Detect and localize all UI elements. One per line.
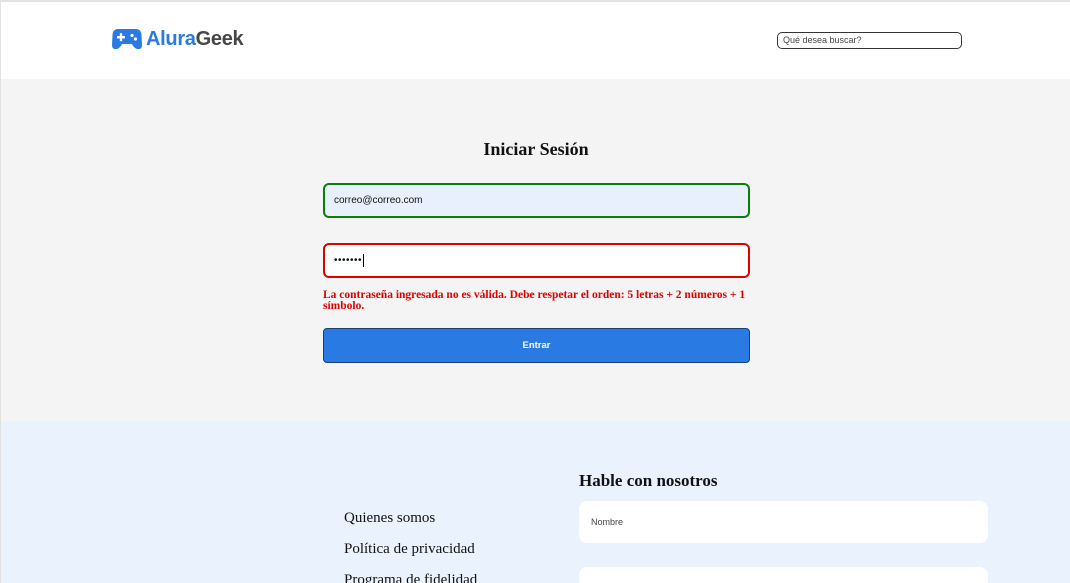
password-value: ••••••• (334, 255, 363, 266)
login-title: Iniciar Sesión (483, 139, 589, 159)
email-field[interactable]: correo@correo.com (323, 183, 750, 218)
logo[interactable]: AluraGeek (112, 28, 244, 50)
contact-name-input[interactable]: Nombre (579, 501, 988, 543)
login-button-label: Entrar (522, 340, 551, 351)
search-placeholder: Qué desea buscar? (783, 35, 862, 45)
email-value: correo@correo.com (334, 195, 423, 206)
footer: Quienes somos Política de privacidad Pro… (1, 421, 1070, 583)
contact-message-input[interactable] (579, 567, 988, 583)
login-section: Iniciar Sesión correo@correo.com •••••••… (1, 79, 1070, 421)
header: AluraGeek Qué desea buscar? (1, 2, 1070, 79)
password-field[interactable]: ••••••• (323, 243, 750, 278)
search-input[interactable]: Qué desea buscar? (777, 32, 962, 49)
footer-link-privacidad[interactable]: Política de privacidad (344, 539, 477, 570)
logo-text-geek: Geek (195, 28, 244, 50)
footer-link-quienes-somos[interactable]: Quienes somos (344, 508, 477, 539)
login-button[interactable]: Entrar (323, 328, 750, 363)
gamepad-icon (112, 29, 142, 50)
password-error-message: La contraseña ingresada no es válida. De… (323, 289, 746, 312)
contact-title: Hable con nosotros (579, 471, 718, 490)
contact-name-placeholder: Nombre (591, 517, 624, 527)
footer-links: Quienes somos Política de privacidad Pro… (344, 508, 477, 583)
footer-link-fidelidad[interactable]: Programa de fidelidad (344, 570, 477, 583)
text-caret (363, 254, 365, 267)
page: AluraGeek Qué desea buscar? Iniciar Sesi… (0, 0, 1070, 583)
logo-text-alura: Alura (146, 28, 196, 50)
